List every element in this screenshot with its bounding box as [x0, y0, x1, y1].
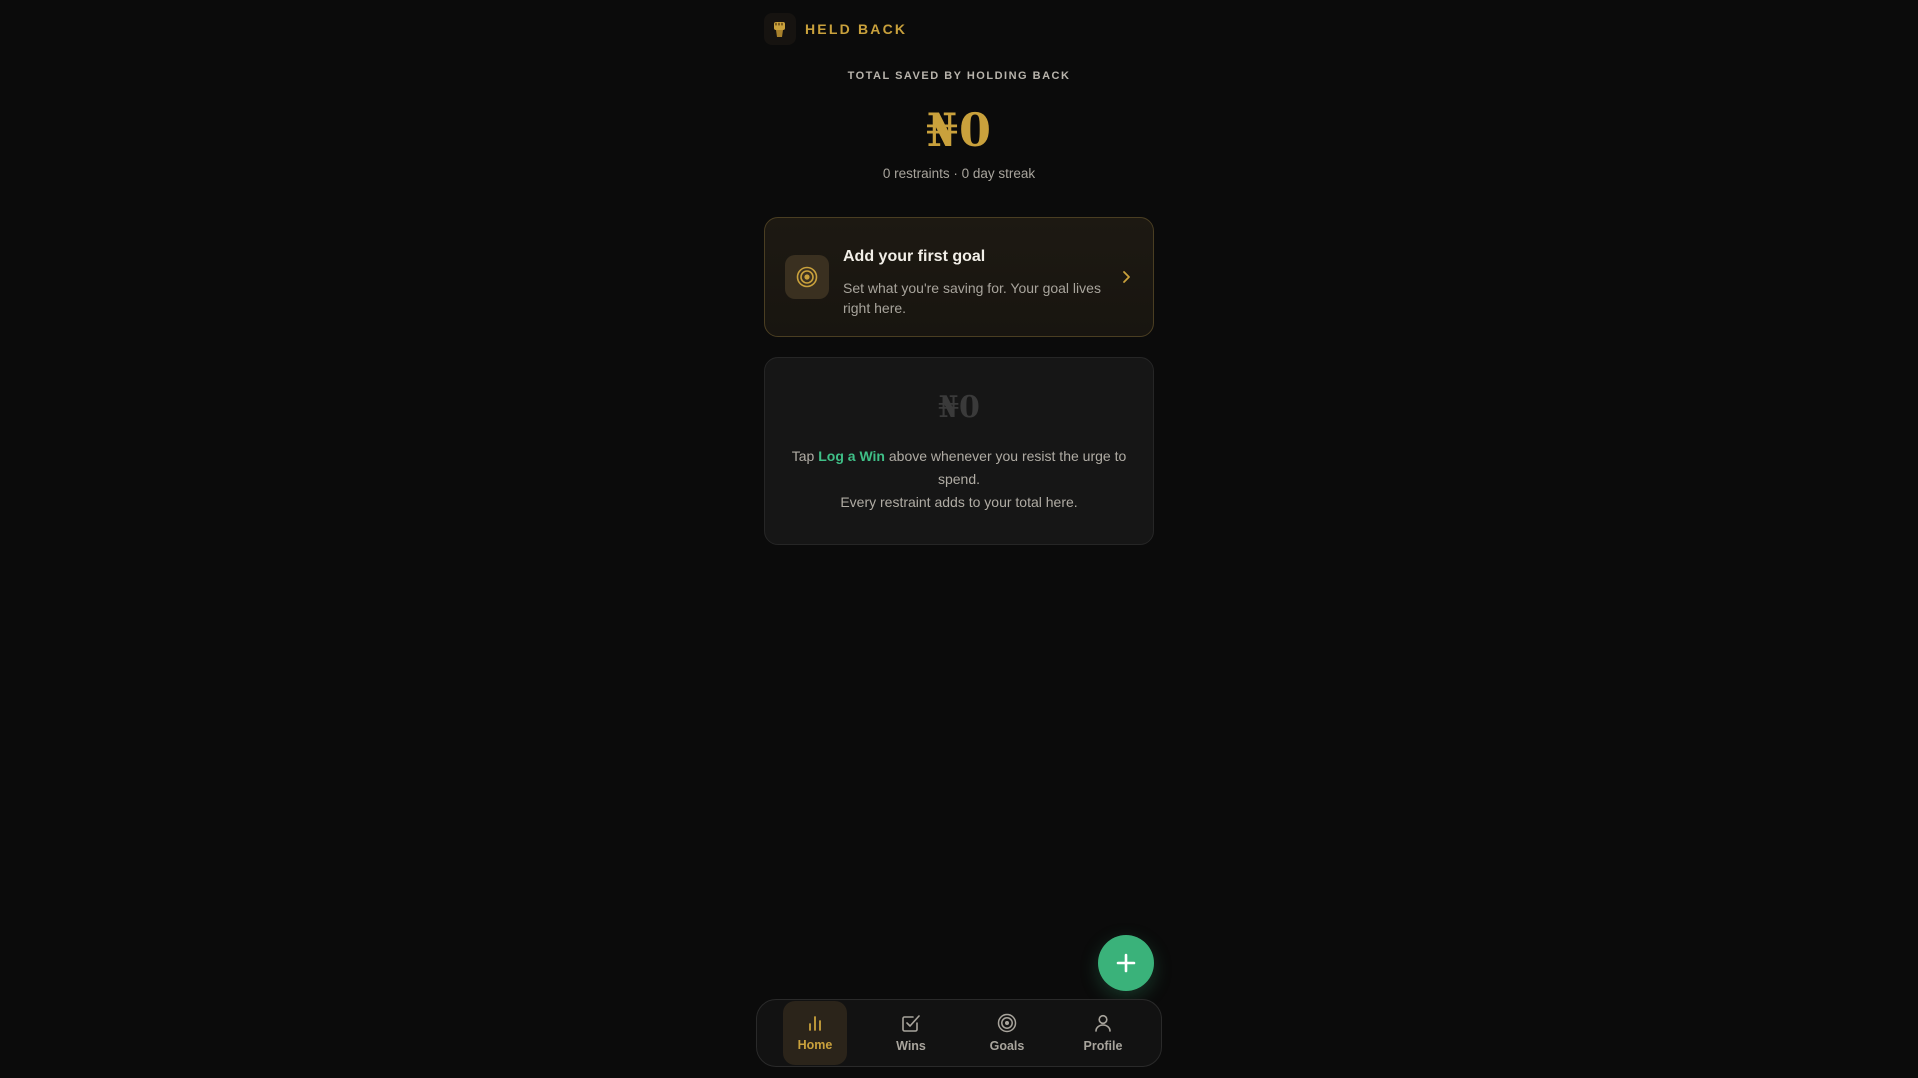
- add-goal-card[interactable]: Add your first goal Set what you're savi…: [764, 217, 1154, 337]
- brand-name: HELD BACK: [805, 21, 908, 37]
- nav-label-wins: Wins: [896, 1039, 926, 1053]
- naira-watermark: ₦0: [938, 390, 980, 425]
- target-icon: [997, 1013, 1017, 1033]
- empty-state-card: ₦0 Tap Log a Win above whenever you resi…: [764, 357, 1154, 545]
- fist-icon: [764, 13, 796, 45]
- nav-label-profile: Profile: [1083, 1039, 1123, 1053]
- nav-item-home[interactable]: Home: [783, 1001, 847, 1065]
- check-square-icon: [902, 1015, 920, 1032]
- empty-text-after: above whenever you resist the urge to sp…: [884, 448, 1127, 487]
- log-a-win-link[interactable]: Log a Win: [818, 448, 885, 464]
- hero-subtitle: 0 restraints · 0 day streak: [882, 166, 1036, 181]
- total-saved-amount: ₦0: [925, 103, 992, 157]
- empty-text-line2: Every restraint adds to your total here.: [840, 494, 1078, 510]
- plus-icon: [1116, 953, 1136, 973]
- log-win-fab[interactable]: [1098, 935, 1154, 991]
- empty-state-text: Tap Log a Win above whenever you resist …: [785, 445, 1133, 514]
- bottom-nav: Home Wins Goals Profile: [756, 999, 1162, 1067]
- hero-label: TOTAL SAVED BY HOLDING BACK: [847, 70, 1071, 82]
- empty-text-before: Tap: [791, 448, 819, 464]
- target-icon: [785, 255, 829, 299]
- user-icon: [1095, 1014, 1111, 1032]
- bar-chart-icon: [809, 1016, 821, 1031]
- nav-item-profile[interactable]: Profile: [1071, 1001, 1135, 1065]
- app-screen: HELD BACK TOTAL SAVED BY HOLDING BACK ₦0…: [756, 0, 1162, 1078]
- nav-label-home: Home: [797, 1038, 833, 1052]
- goal-card-title: Add your first goal: [843, 248, 986, 265]
- nav-item-goals[interactable]: Goals: [975, 1001, 1039, 1065]
- goal-card-description: Set what you're saving for. Your goal li…: [843, 280, 1101, 316]
- nav-item-wins[interactable]: Wins: [879, 1001, 943, 1065]
- nav-label-goals: Goals: [989, 1039, 1025, 1053]
- app-header: HELD BACK: [764, 13, 907, 45]
- chevron-right-icon: [1121, 270, 1131, 289]
